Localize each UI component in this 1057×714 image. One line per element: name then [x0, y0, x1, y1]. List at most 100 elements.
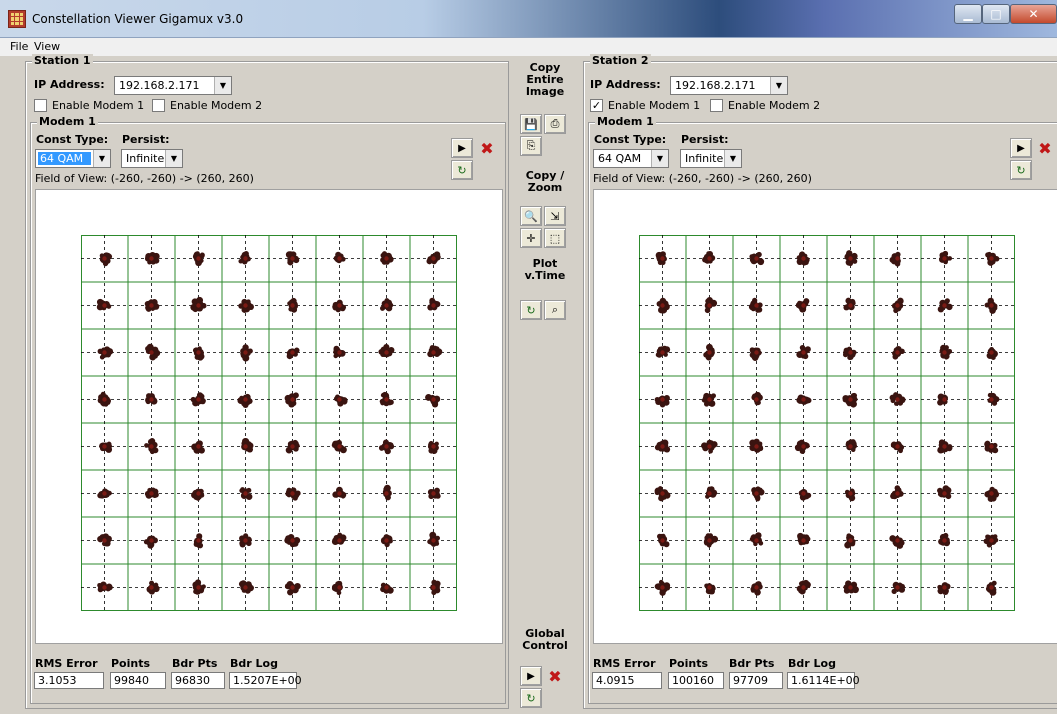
- station-1-point-1-1: [144, 299, 160, 312]
- station-1-point-7-0: [97, 581, 113, 593]
- station-2-points-label: Points: [669, 657, 709, 670]
- print-image-button[interactable]: ⎙: [544, 114, 566, 134]
- station-1-point-2-2: [192, 346, 205, 361]
- plot-zoom-button[interactable]: ⌕: [544, 300, 566, 320]
- station-1-refresh-button[interactable]: ↻: [451, 160, 473, 180]
- menu-bar: File View: [0, 38, 1057, 56]
- station-2-persist-select[interactable]: Infinite ▼: [680, 149, 742, 168]
- station-1-point-1-4: [287, 297, 299, 313]
- station-1-point-4-7: [427, 441, 439, 454]
- refresh-icon: ↻: [526, 691, 536, 705]
- station-2-refresh-button[interactable]: ↻: [1010, 160, 1032, 180]
- station-2-point-0-6: [939, 250, 953, 265]
- menu-file[interactable]: File: [10, 40, 28, 53]
- station-1-point-2-0: [97, 346, 114, 360]
- station-1-persist-select[interactable]: Infinite ▼: [121, 149, 183, 168]
- station-2-point-7-1: [704, 583, 716, 595]
- station-1-point-5-1: [144, 487, 159, 499]
- station-2-point-4-1: [701, 439, 718, 454]
- station-2-enable-modem1[interactable]: ✓ Enable Modem 1: [590, 99, 700, 112]
- zoom-find-button[interactable]: 🔍: [520, 206, 542, 226]
- station-1-const-type-label: Const Type:: [36, 133, 109, 146]
- station-1-bdrpts-value: 96830: [171, 672, 225, 689]
- station-1-const-type-select[interactable]: 64 QAM ▼: [35, 149, 111, 168]
- axis-zoom-icon: ⇲: [550, 209, 560, 223]
- station-2-ip-select[interactable]: 192.168.2.171 ▼: [670, 76, 788, 95]
- close-icon: ✖: [548, 666, 562, 686]
- station-1-point-1-7: [427, 297, 441, 311]
- station-1-point-2-1: [145, 343, 161, 361]
- station-2-point-0-0: [655, 251, 667, 266]
- station-2-persist-value: Infinite: [685, 152, 724, 165]
- station-1-ip-label: IP Address:: [34, 78, 105, 91]
- station-1-point-3-0: [97, 391, 111, 407]
- station-2-point-5-0: [654, 486, 671, 502]
- station-2-point-2-6: [939, 344, 953, 360]
- global-play-button[interactable]: ▶: [520, 666, 542, 686]
- station-2-point-0-2: [749, 251, 765, 266]
- station-1-point-3-3: [237, 393, 253, 408]
- station-1-point-6-2: [193, 533, 204, 549]
- station-1-point-5-6: [382, 484, 392, 501]
- station-2-point-0-4: [844, 250, 858, 267]
- crosshair-button[interactable]: ✛: [520, 228, 542, 248]
- station-2-modem2-label: Enable Modem 2: [728, 99, 821, 112]
- station-2-point-5-6: [937, 485, 952, 500]
- station-1-const-type-value: 64 QAM: [38, 152, 91, 165]
- station-2-point-2-4: [842, 346, 857, 361]
- station-1-point-0-0: [99, 252, 113, 267]
- station-1-enable-modem1[interactable]: Enable Modem 1: [34, 99, 144, 112]
- refresh-icon: ↻: [1016, 163, 1026, 177]
- station-1-point-7-6: [380, 582, 394, 594]
- station-2-const-type-select[interactable]: 64 QAM ▼: [593, 149, 669, 168]
- station-1-stop-button[interactable]: ✖: [476, 138, 498, 158]
- station-1-point-3-5: [333, 394, 348, 407]
- station-2-stop-button[interactable]: ✖: [1034, 138, 1056, 158]
- station-1-ip-select[interactable]: 192.168.2.171 ▼: [114, 76, 232, 95]
- station-2-modem2-checkbox[interactable]: [710, 99, 723, 112]
- station-1-point-7-5: [331, 580, 343, 596]
- station-1-play-button[interactable]: ▶: [451, 138, 473, 158]
- global-control-label: Global Control: [522, 627, 568, 652]
- minimize-button[interactable]: ▁: [954, 4, 982, 24]
- station-1-point-7-1: [146, 580, 160, 595]
- station-1-title: Station 1: [32, 54, 93, 67]
- station-2-const-type-value: 64 QAM: [598, 152, 642, 165]
- station-1-modem1-checkbox[interactable]: [34, 99, 47, 112]
- station-2-point-1-4: [843, 297, 856, 311]
- station-1-enable-modem2[interactable]: Enable Modem 2: [152, 99, 262, 112]
- maximize-button[interactable]: □: [982, 4, 1010, 24]
- plot-refresh-button[interactable]: ↻: [520, 300, 542, 320]
- station-1-point-6-7: [427, 531, 440, 547]
- global-refresh-button[interactable]: ↻: [520, 688, 542, 708]
- zoom-axis-button[interactable]: ⇲: [544, 206, 566, 226]
- station-1-modem2-checkbox[interactable]: [152, 99, 165, 112]
- station-2-modem1-checkbox[interactable]: ✓: [590, 99, 603, 112]
- station-2-enable-modem2[interactable]: Enable Modem 2: [710, 99, 820, 112]
- station-1-constellation-plot: [81, 235, 457, 611]
- station-1-point-6-1: [143, 535, 158, 549]
- copy-image-button[interactable]: ⎘: [520, 136, 542, 156]
- station-2-fov-text: Field of View: (-260, -260) -> (260, 260…: [593, 172, 812, 185]
- chevron-down-icon: ▼: [214, 77, 231, 94]
- close-window-button[interactable]: ✕: [1010, 4, 1057, 24]
- station-2-ip-label: IP Address:: [590, 78, 661, 91]
- station-1-plot-area[interactable]: [35, 189, 503, 644]
- station-2-point-3-5: [889, 392, 906, 406]
- station-2-play-button[interactable]: ▶: [1010, 138, 1032, 158]
- station-1-point-3-6: [379, 391, 394, 407]
- station-2-point-2-5: [892, 345, 905, 360]
- save-image-button[interactable]: 💾: [520, 114, 542, 134]
- station-2-point-5-3: [798, 488, 812, 501]
- select-region-button[interactable]: ⬚: [544, 228, 566, 248]
- station-1-point-6-4: [284, 534, 301, 548]
- station-2-point-1-3: [795, 298, 810, 313]
- menu-view[interactable]: View: [34, 40, 60, 53]
- station-1-point-4-0: [99, 441, 113, 453]
- station-1-point-5-7: [427, 487, 441, 500]
- station-1-point-3-2: [190, 392, 206, 407]
- station-2-point-7-3: [796, 579, 811, 595]
- station-2-plot-area[interactable]: [593, 189, 1057, 644]
- station-2-title: Station 2: [590, 54, 651, 67]
- global-stop-button[interactable]: ✖: [544, 666, 566, 686]
